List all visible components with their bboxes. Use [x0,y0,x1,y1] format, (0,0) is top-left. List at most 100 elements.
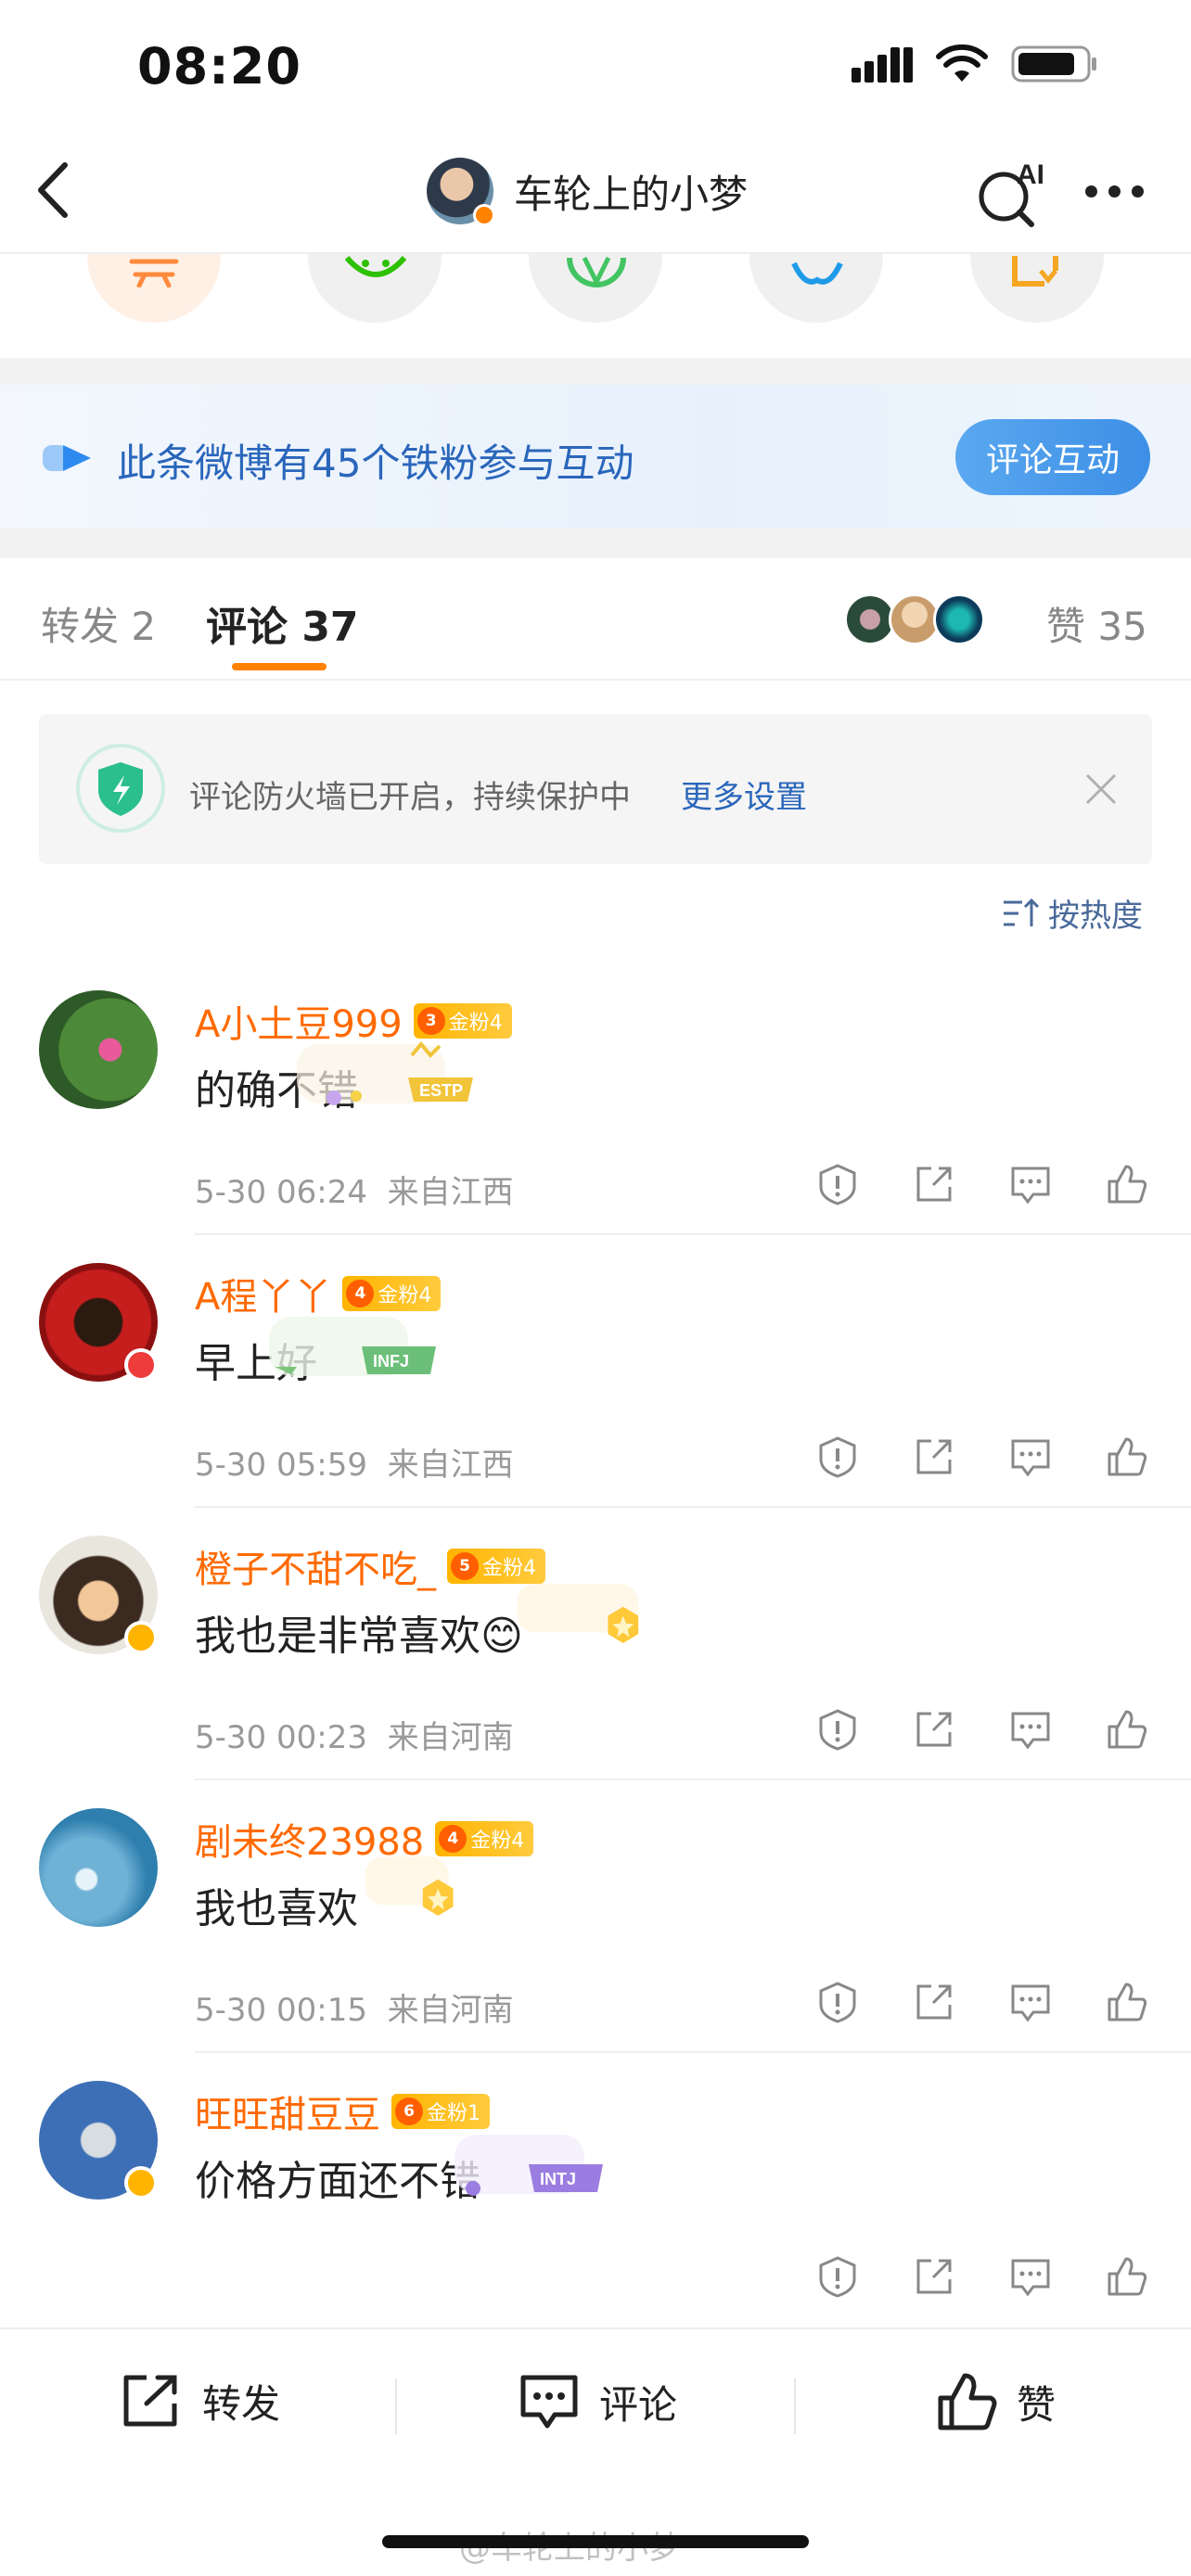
reply-icon[interactable] [1009,1435,1052,1478]
status-time: 08:20 [137,37,301,96]
status-icons [852,45,1098,83]
svg-text:INFJ: INFJ [373,1352,409,1371]
fan-level-text: 金粉4 [378,1284,432,1307]
divider [395,2378,397,2434]
comment-meta: 5-30 00:15 来自河南 [195,1984,514,2030]
avatar [427,158,495,226]
reply-icon[interactable] [1009,2255,1052,2298]
shield-icon [76,744,165,833]
avatar[interactable] [39,1536,158,1654]
comment-sticker-icon: INFJ [269,1317,436,1376]
author-name: 橙子不甜不吃_ [195,1549,436,1591]
like-icon[interactable] [1106,1163,1148,1205]
crown-icon: 5 [451,1552,479,1580]
reply-icon[interactable] [1009,1708,1052,1751]
comment-location: 来自河南 [387,1992,514,2029]
report-icon[interactable] [816,1981,859,2023]
active-tab-indicator [232,663,327,670]
sort-label: 按热度 [1048,898,1143,935]
share-icon[interactable] [913,1708,955,1751]
moments-icon [567,256,626,287]
divider [195,1506,1191,1508]
divider [0,2327,1191,2329]
comment-text: 价格方面还不错 [195,2158,480,2205]
comment-button[interactable]: 评论 [518,2372,677,2431]
comment-author[interactable]: 旺旺甜豆豆 6 金粉1 [195,2085,490,2138]
nav-title-area[interactable]: 车轮上的小梦 [427,158,749,226]
like-icon[interactable] [1106,1435,1148,1478]
like-button[interactable]: 赞 [937,2372,1056,2431]
repost-icon [123,2375,177,2427]
wifi-icon [936,45,988,82]
report-icon[interactable] [816,1708,859,1751]
crown-icon: 4 [346,1280,375,1307]
avatar[interactable] [39,1263,158,1382]
report-icon[interactable] [816,2255,859,2298]
repost-button[interactable]: 转发 [121,2372,280,2429]
like-label: 赞 [1017,2381,1057,2428]
crown-icon: 6 [395,2098,423,2125]
liker-avatars[interactable] [844,593,985,645]
back-icon[interactable] [28,158,83,223]
reply-icon[interactable] [1009,1981,1052,2023]
more-icon[interactable] [1085,185,1144,198]
divider [0,679,1191,681]
comment-meta: 5-30 05:59 来自江西 [195,1439,514,1485]
section-gap [0,358,1191,386]
like-icon [938,2373,997,2430]
battery-icon [1011,45,1096,83]
tab-like[interactable]: 赞 35 [1046,595,1147,652]
fan-level-badge: 6 金粉1 [391,2094,490,2129]
page-title: 车轮上的小梦 [514,171,749,217]
qq-icon [791,261,843,285]
comment-time: 5-30 00:15 [195,1992,367,2029]
comment-time: 5-30 00:23 [195,1719,367,1756]
sort-toggle[interactable]: 按热度 [1002,890,1143,936]
share-icon[interactable] [913,1981,955,2023]
more-settings-link[interactable]: 更多设置 [681,772,807,817]
author-name: 旺旺甜豆豆 [195,2094,380,2136]
verified-badge-icon [473,204,495,226]
like-icon[interactable] [1106,2255,1148,2298]
like-icon[interactable] [1106,1708,1148,1751]
tab-repost[interactable]: 转发 2 [41,595,156,652]
member-icon [129,259,179,287]
report-icon[interactable] [816,1435,859,1478]
like-icon[interactable] [1106,1981,1148,2023]
tab-comment[interactable]: 评论 37 [206,593,359,653]
comment-interact-button[interactable]: 评论互动 [955,419,1150,495]
sort-icon [1004,898,1039,926]
comment-text: 我也是非常喜欢😊 [195,1602,523,1662]
comment-actions [816,1708,1148,1751]
comment-author[interactable]: 橙子不甜不吃_ 5 金粉4 [195,1539,545,1593]
avatar[interactable] [39,2081,158,2200]
comment-meta: 5-30 06:24 来自江西 [195,1167,514,1212]
home-indicator[interactable] [382,2535,809,2548]
comment-label: 评论 [599,2381,678,2428]
share-icon[interactable] [913,1163,955,1205]
verified-badge-icon [124,2166,158,2200]
comment-icon [520,2375,578,2429]
svg-text:ESTP: ESTP [419,1081,463,1100]
comment-actions [816,2255,1148,2298]
close-icon[interactable] [1080,768,1122,810]
report-icon[interactable] [816,1163,859,1205]
fan-level-badge: 4 金粉4 [342,1276,442,1311]
reply-icon[interactable] [1009,1163,1052,1205]
share-targets-row [0,254,1191,356]
ai-search-icon[interactable]: AI [974,156,1048,230]
comment-sticker-icon [365,1856,454,1916]
avatar[interactable] [39,990,158,1109]
comment-actions [816,1163,1148,1205]
share-icon[interactable] [913,2255,955,2298]
comment-actions [816,1981,1148,2023]
comment-meta: 5-30 00:23 来自河南 [195,1712,514,1757]
share-icon[interactable] [913,1435,955,1478]
repost-label: 转发 [202,2380,281,2427]
wechat-icon [344,255,407,277]
fan-banner-text: 此条微博有45个铁粉参与互动 [117,440,634,486]
ai-label: AI [1017,159,1044,190]
avatar[interactable] [39,1808,158,1927]
section-gap [0,529,1191,558]
svg-text:INTJ: INTJ [540,2170,576,2188]
